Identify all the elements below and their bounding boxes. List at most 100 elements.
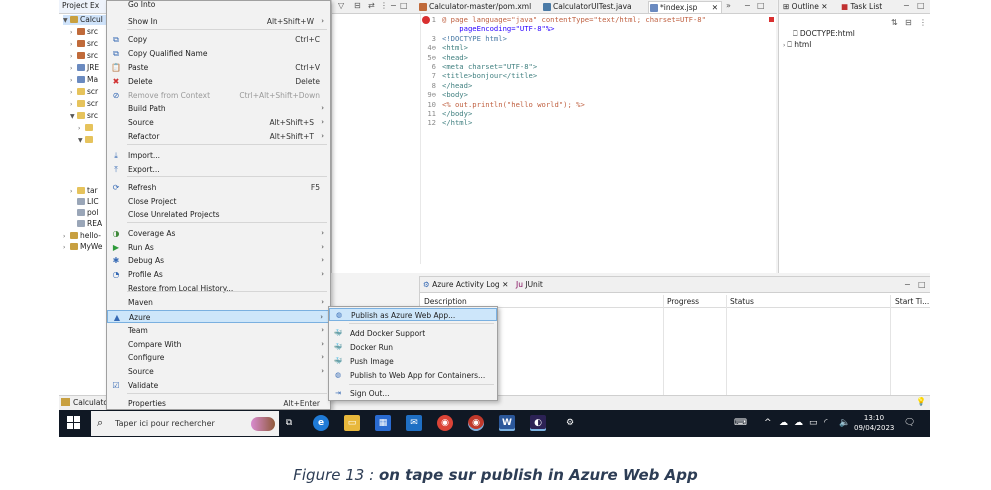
project-explorer-tab[interactable]: Project Ex (59, 0, 106, 14)
chrome-icon[interactable]: ◉ (437, 415, 453, 431)
filter-icon[interactable]: ▽ (338, 1, 344, 10)
task-view-icon[interactable]: ⧉ (281, 415, 297, 431)
menu-item-import[interactable]: ⤓ Import... (107, 149, 330, 162)
edge-icon[interactable]: e (313, 415, 329, 431)
menu-item-copy[interactable]: ⧉ Copy Ctrl+C (107, 33, 330, 46)
network-icon[interactable]: ☁ (779, 418, 788, 428)
notification-icon[interactable]: 🗨 (904, 418, 915, 428)
collapse-icon[interactable]: ⊟ (354, 1, 361, 10)
submenu-item-publish-to-web-app-for-containers[interactable]: ◍ Publish to Web App for Containers... (329, 369, 497, 382)
menu-item-source[interactable]: Source Alt+Shift+S › (107, 116, 330, 129)
menu-item-properties[interactable]: Properties Alt+Enter (107, 397, 330, 410)
menu-item-debug-as[interactable]: ✱ Debug As › (107, 254, 330, 267)
azure-submenu: ◍ Publish as Azure Web App... 🐳 Add Docker … (328, 306, 498, 401)
sort-icon[interactable]: ⇅ (891, 18, 898, 27)
close-icon[interactable]: ✕ (500, 280, 508, 289)
library-icon (77, 64, 85, 71)
chevron-right-icon: › (321, 298, 324, 306)
link-icon[interactable]: ⇄ (368, 1, 375, 10)
editor-area: ▽ ⊟ ⇄ ⋮ − □ Calculator-master/pom.xml Ca… (331, 0, 777, 285)
tab-pom-xml[interactable]: Calculator-master/pom.xml (418, 1, 540, 13)
outline-item-html[interactable]: › ⎕ html (783, 40, 811, 51)
file-icon (77, 198, 85, 205)
menu-item-paste[interactable]: 📋 Paste Ctrl+V (107, 61, 330, 74)
menu-item-build-path[interactable]: Build Path › (107, 102, 330, 115)
column-progress[interactable]: Progress (667, 296, 699, 307)
maximize-icon[interactable]: □ (918, 280, 926, 289)
chevron-up-icon[interactable]: ^ (764, 418, 772, 428)
outline-tab-bar: ⊞ Outline ✕ ■ Task List − □ (779, 0, 930, 14)
battery-icon[interactable]: ▭ (809, 418, 818, 428)
volume-icon[interactable]: 🔈 (839, 418, 850, 428)
minimize-icon[interactable]: − (903, 1, 910, 10)
tree-item-project[interactable]: › hello- (63, 231, 109, 241)
tab-outline[interactable]: ⊞ Outline ✕ (783, 1, 827, 13)
tab-index-jsp[interactable]: *index.jsp ✕ (648, 1, 722, 13)
file-explorer-icon[interactable]: ▭ (344, 415, 360, 431)
submenu-item-publish-as-azure-web-app[interactable]: ◍ Publish as Azure Web App... (329, 308, 497, 321)
view-menu-icon[interactable]: ⋮ (380, 1, 388, 10)
menu-item-delete[interactable]: ✖ Delete Delete (107, 75, 330, 88)
eclipse-icon[interactable]: ◐ (530, 415, 546, 431)
onedrive-icon[interactable]: ☁ (794, 418, 803, 428)
column-start-time[interactable]: Start Ti... (895, 296, 929, 307)
minimize-icon[interactable]: − (744, 1, 751, 10)
menu-item-run-as[interactable]: ▶ Run As › (107, 241, 330, 254)
menu-item-copy-qualified-name[interactable]: ⧉ Copy Qualified Name (107, 47, 330, 60)
tab-task-list[interactable]: ■ Task List (841, 1, 882, 13)
menu-item-restore-from-local-history[interactable]: Restore from Local History... (107, 282, 330, 295)
settings-icon[interactable]: ⚙ (562, 415, 578, 431)
store-icon[interactable]: ▦ (375, 415, 391, 431)
menu-item-show-in[interactable]: Show In Alt+Shift+W › (107, 15, 330, 28)
menu-item-close-project[interactable]: Close Project (107, 195, 330, 208)
wifi-icon[interactable]: ◜ (824, 418, 828, 428)
package-icon (77, 40, 85, 47)
windows-start-button[interactable] (67, 416, 81, 430)
menu-item-team[interactable]: Team › (107, 324, 330, 337)
error-marker-icon[interactable] (769, 17, 774, 22)
menu-item-azure[interactable]: ▲ Azure › (107, 310, 330, 323)
menu-item-refresh[interactable]: ⟳ Refresh F5 (107, 181, 330, 194)
menu-item-maven[interactable]: Maven › (107, 296, 330, 309)
tree-item-project[interactable]: ▼ Calcul (63, 15, 109, 25)
menu-item-go-into[interactable]: Go Into (107, 0, 330, 11)
menu-item-validate[interactable]: ☑ Validate (107, 379, 330, 392)
menu-item-source[interactable]: Source › (107, 365, 330, 378)
menu-item-export[interactable]: ⤒ Export... (107, 163, 330, 176)
chrome-profile-icon[interactable]: ◉ (468, 415, 484, 431)
submenu-item-docker-run[interactable]: 🐳 Docker Run (329, 341, 497, 354)
maximize-icon[interactable]: □ (757, 1, 765, 10)
menu-item-profile-as[interactable]: ◔ Profile As › (107, 268, 330, 281)
menu-item-refactor[interactable]: Refactor Alt+Shift+T › (107, 130, 330, 143)
menu-item-coverage-as[interactable]: ◑ Coverage As › (107, 227, 330, 240)
tab-azure-activity-log[interactable]: ⚙ Azure Activity Log ✕ (423, 279, 508, 291)
mail-icon[interactable]: ✉ (406, 415, 422, 431)
tree-item-project[interactable]: › MyWe (63, 242, 109, 252)
minimize-icon[interactable]: − (390, 1, 397, 10)
minimize-icon[interactable]: − (904, 280, 911, 289)
lightbulb-icon[interactable]: 💡 (916, 397, 926, 406)
submenu-item-push-image[interactable]: 🐳 Push Image (329, 355, 497, 368)
context-menu: Go Into Show In Alt+Shift+W › ⧉ Copy Ctrl+C ⧉ Co… (106, 0, 331, 410)
view-menu-icon[interactable]: ⋮ (919, 18, 927, 27)
collapse-all-icon[interactable]: ⊟ (905, 18, 912, 27)
close-icon[interactable]: ✕ (712, 2, 718, 14)
keyboard-icon[interactable]: ⌨ (734, 418, 747, 428)
column-status[interactable]: Status (730, 296, 754, 307)
menu-item-configure[interactable]: Configure › (107, 351, 330, 364)
close-icon[interactable]: ✕ (819, 2, 827, 11)
tab-list-icon[interactable]: » (726, 1, 731, 10)
menu-item-close-unrelated-projects[interactable]: Close Unrelated Projects (107, 208, 330, 221)
word-icon[interactable]: W (499, 415, 515, 431)
taskbar-search-box[interactable]: ⌕ Taper ici pour rechercher (91, 411, 279, 436)
menu-item-compare-with[interactable]: Compare With › (107, 338, 330, 351)
maximize-icon[interactable]: □ (917, 1, 925, 10)
maximize-icon[interactable]: □ (400, 1, 408, 10)
tab-junit[interactable]: Ju JUnit (516, 279, 543, 291)
taskbar-clock[interactable]: 13:10 09/04/2023 (854, 413, 894, 433)
submenu-item-sign-out[interactable]: ⇥ Sign Out... (329, 387, 497, 400)
code-editor[interactable]: 1 @ page language="java" contentType="tex… (332, 14, 777, 285)
submenu-item-add-docker-support[interactable]: 🐳 Add Docker Support (329, 327, 497, 340)
outline-item-doctype[interactable]: ⎕ DOCTYPE:html (793, 29, 855, 39)
tab-calculator-ui-test[interactable]: CalculatorUITest.java (542, 1, 646, 13)
